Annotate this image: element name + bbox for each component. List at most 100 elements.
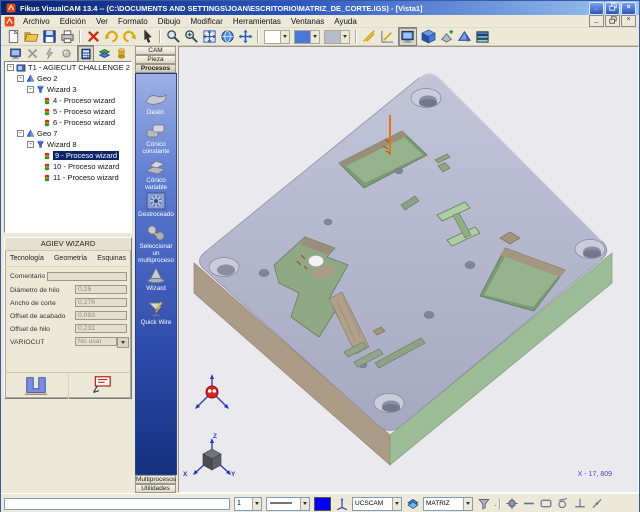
print-icon[interactable] — [60, 29, 75, 44]
tab-esquinas[interactable]: Esquinas — [97, 255, 126, 262]
tree-label[interactable]: T1 - AGIECUT CHALLENGE 2 — [28, 63, 130, 72]
variocut-dropdown-button[interactable] — [117, 337, 129, 348]
tree-row[interactable]: - T1 - AGIECUT CHALLENGE 2 — [5, 62, 131, 73]
menu-formato[interactable]: Formato — [113, 17, 153, 26]
cube-view-icon[interactable] — [421, 29, 436, 44]
tree-row-selected[interactable]: 9 - Proceso wizard — [5, 150, 131, 161]
tree-label[interactable]: 9 - Proceso wizard — [53, 151, 119, 160]
delete-gray-icon[interactable] — [26, 47, 39, 60]
menu-ayuda[interactable]: Ayuda — [329, 17, 362, 26]
tree-label[interactable]: 11 - Proceso wizard — [53, 173, 119, 182]
save-icon[interactable] — [42, 29, 57, 44]
layer-number-combo[interactable]: 1 — [234, 497, 262, 511]
undo-icon[interactable] — [104, 29, 119, 44]
layer-name-combo[interactable]: MATRIZ — [423, 497, 473, 511]
tab-multiprocesos[interactable]: Multiprocesos — [135, 475, 176, 484]
postprocess-icon[interactable] — [115, 47, 128, 60]
offset-acabado-input[interactable]: 0,093 — [75, 311, 127, 320]
tree-row[interactable]: - Wizard 8 — [5, 139, 131, 150]
redo-icon[interactable] — [122, 29, 137, 44]
tree-label[interactable]: 6 - Proceso wizard — [53, 118, 115, 127]
measure-icon[interactable] — [362, 29, 377, 44]
color-swatch[interactable] — [314, 497, 331, 511]
tab-cam[interactable]: CAM — [135, 46, 176, 55]
process-item-desbaste[interactable]: Desbr. — [136, 90, 176, 116]
expander-icon[interactable]: - — [27, 86, 34, 93]
maximize-button[interactable] — [605, 2, 620, 15]
close-button[interactable]: × — [621, 2, 636, 15]
tab-pieza[interactable]: Pieza — [135, 55, 176, 64]
tree-label[interactable]: Geo 2 — [37, 74, 57, 83]
pan-icon[interactable] — [238, 29, 253, 44]
menu-dibujo[interactable]: Dibujo — [153, 17, 186, 26]
tree-label[interactable]: 5 - Proceso wizard — [53, 107, 115, 116]
tree-label[interactable]: Geo 7 — [37, 129, 57, 138]
tree-label[interactable]: Wizard 8 — [47, 140, 77, 149]
expander-icon[interactable]: - — [27, 141, 34, 148]
expander-icon[interactable]: - — [17, 75, 24, 82]
expander-icon[interactable]: - — [17, 130, 24, 137]
select-icon[interactable] — [140, 29, 155, 44]
menu-herramientas[interactable]: Herramientas — [228, 17, 286, 26]
render-combo[interactable] — [324, 30, 350, 44]
snap-rectangle-icon[interactable] — [539, 497, 553, 510]
mdi-minimize-button[interactable]: _ — [589, 15, 604, 27]
menu-ver[interactable]: Ver — [91, 17, 113, 26]
stack-icon[interactable] — [475, 29, 490, 44]
sphere-icon[interactable] — [60, 47, 73, 60]
tree-row[interactable]: - Wizard 3 — [5, 84, 131, 95]
shade-combo[interactable] — [294, 30, 320, 44]
view-combo[interactable] — [264, 30, 290, 44]
menu-modificar[interactable]: Modificar — [185, 17, 227, 26]
scale-icon[interactable] — [380, 29, 395, 44]
tree-row[interactable]: 11 - Proceso wizard — [5, 172, 131, 183]
diametro-input[interactable]: 0,25 — [75, 285, 127, 294]
tree-row[interactable]: 6 - Proceso wizard — [5, 117, 131, 128]
technology-table-button[interactable] — [77, 45, 94, 62]
layer-diamond-icon[interactable] — [406, 497, 420, 510]
screen-view-button[interactable] — [398, 27, 417, 46]
zoom-window-icon[interactable] — [184, 29, 199, 44]
variocut-select[interactable]: No usar — [75, 337, 117, 346]
process-item-wizard[interactable]: Wizard — [136, 266, 176, 292]
process-item-quick-wire[interactable]: Quick Wire — [136, 300, 176, 326]
snap-point-icon[interactable] — [505, 497, 519, 510]
comentario-input[interactable] — [47, 272, 127, 281]
tree-row[interactable]: 5 - Proceso wizard — [5, 106, 131, 117]
expander-icon[interactable]: - — [7, 64, 14, 71]
tree-label[interactable]: 4 - Proceso wizard — [53, 96, 115, 105]
ucs-combo[interactable]: UCSCAM — [352, 497, 402, 511]
tab-utilidades[interactable]: Utilidades — [135, 484, 176, 493]
snap-perpendicular-icon[interactable] — [573, 497, 587, 510]
command-input[interactable] — [4, 498, 230, 510]
filter-icon[interactable] — [477, 497, 491, 510]
die-punch-button[interactable] — [5, 373, 69, 399]
plane-icon[interactable] — [439, 29, 454, 44]
snap-nearest-icon[interactable] — [590, 497, 604, 510]
layers-icon[interactable] — [98, 47, 111, 60]
snap-middle-icon[interactable] — [522, 497, 536, 510]
tree-label[interactable]: Wizard 3 — [47, 85, 77, 94]
snap-tangent-icon[interactable] — [556, 497, 570, 510]
mdi-close-button[interactable]: × — [621, 15, 636, 27]
tree-row[interactable]: 10 - Proceso wizard — [5, 161, 131, 172]
menu-edicion[interactable]: Edición — [55, 17, 91, 26]
delete-icon[interactable] — [86, 29, 101, 44]
process-item-multiproceso[interactable]: Seleccionar un multiproceso — [136, 224, 176, 264]
zoom-icon[interactable] — [166, 29, 181, 44]
minimize-button[interactable]: _ — [589, 2, 604, 15]
tree-row[interactable]: - Geo 7 — [5, 128, 131, 139]
zoom-all-icon[interactable] — [220, 29, 235, 44]
tab-procesos[interactable]: Procesos — [135, 64, 176, 73]
tree-label[interactable]: 10 - Proceso wizard — [53, 162, 119, 171]
zoom-fit-icon[interactable] — [202, 29, 217, 44]
simulate-screen-icon[interactable] — [9, 47, 22, 60]
agie-sign-button[interactable] — [69, 373, 132, 399]
tab-tecnologia[interactable]: Tecnología — [10, 255, 44, 262]
viewport-vista1[interactable]: Z X Y X - 17, 809 Y - 35, 292 Z 0 — [178, 46, 639, 493]
bolt-icon[interactable] — [43, 47, 56, 60]
cam-tree[interactable]: - T1 - AGIECUT CHALLENGE 2 - Geo 2 - Wiz… — [4, 61, 132, 233]
menu-archivo[interactable]: Archivo — [18, 17, 55, 26]
axis-icon[interactable] — [335, 497, 349, 510]
wedge-icon[interactable] — [457, 29, 472, 44]
